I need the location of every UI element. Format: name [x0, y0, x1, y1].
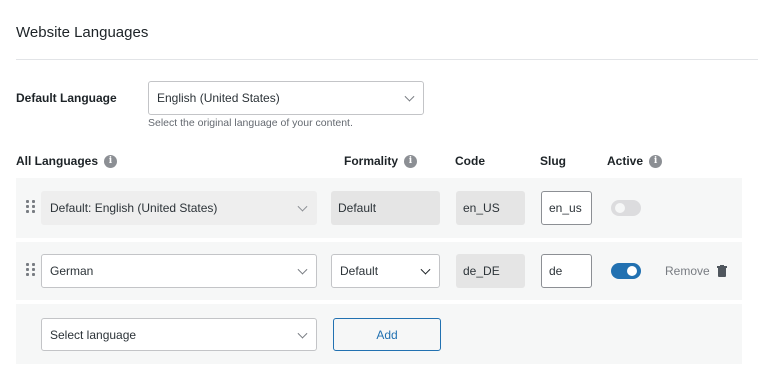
row-code: en_US — [456, 191, 525, 225]
chevron-down-icon — [420, 264, 431, 275]
row-slug-input[interactable]: en_us — [541, 191, 592, 225]
title-divider — [16, 59, 758, 60]
row-code: de_DE — [456, 254, 525, 288]
header-all-languages-label: All Languages — [16, 154, 99, 168]
remove-language-button[interactable]: Remove — [665, 264, 727, 278]
info-icon[interactable]: i — [404, 154, 418, 168]
add-language-button[interactable]: Add — [333, 318, 441, 351]
trash-icon[interactable] — [716, 265, 727, 277]
default-language-value: English (United States) — [157, 91, 280, 105]
header-slug: Slug — [540, 154, 566, 168]
default-language-label: Default Language — [16, 91, 117, 105]
drag-handle-icon[interactable] — [26, 200, 36, 214]
info-icon[interactable]: i — [104, 154, 118, 168]
chevron-down-icon — [404, 91, 415, 102]
page-title: Website Languages — [16, 24, 149, 41]
row-language-value: German — [50, 264, 94, 278]
header-code-label: Code — [455, 154, 485, 168]
chevron-down-icon — [297, 201, 308, 212]
info-icon[interactable]: i — [649, 154, 663, 168]
default-language-select[interactable]: English (United States) — [148, 81, 424, 115]
new-language-select[interactable]: Select language — [41, 318, 317, 351]
row-active-toggle — [611, 200, 641, 216]
row-formality-readonly: Default — [331, 191, 440, 225]
row-slug-input[interactable]: de — [541, 254, 592, 288]
default-language-help: Select the original language of your con… — [148, 117, 353, 129]
header-formality-label: Formality — [344, 154, 399, 168]
header-active: Active i — [607, 154, 663, 168]
header-code: Code — [455, 154, 485, 168]
chevron-down-icon — [297, 264, 308, 275]
row-language-value: Default: English (United States) — [50, 201, 218, 215]
row-language-select: Default: English (United States) — [41, 191, 317, 225]
header-formality: Formality i — [344, 154, 418, 168]
chevron-down-icon — [297, 328, 308, 339]
row-language-select[interactable]: German — [41, 254, 317, 288]
header-all-languages: All Languages i — [16, 154, 118, 168]
drag-handle-icon[interactable] — [26, 263, 36, 277]
row-formality-select[interactable]: Default — [331, 254, 440, 288]
new-language-placeholder: Select language — [50, 327, 137, 342]
remove-label: Remove — [665, 264, 710, 278]
header-active-label: Active — [607, 154, 644, 168]
header-slug-label: Slug — [540, 154, 566, 168]
row-formality-value: Default — [340, 264, 379, 278]
row-active-toggle[interactable] — [611, 263, 641, 279]
